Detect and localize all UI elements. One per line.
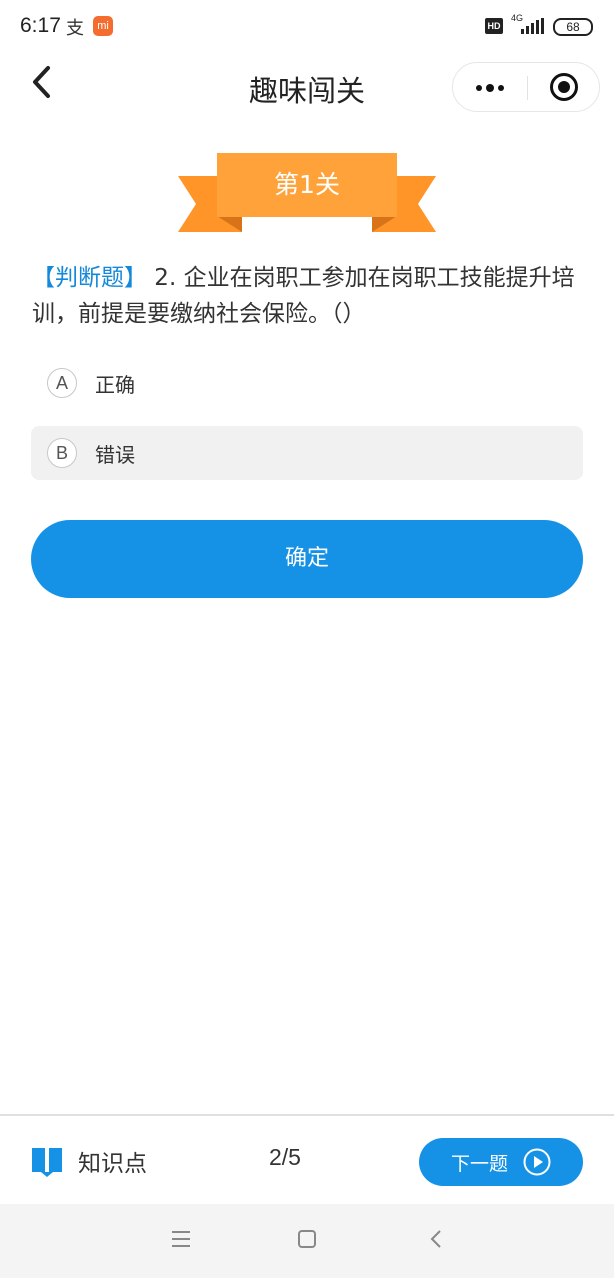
question-text: 【判断题】 2. 企业在岗职工参加在岗职工技能提升培训，前提是要缴纳社会保险。（…	[32, 260, 588, 332]
question-type: 【判断题】	[32, 265, 147, 291]
status-bar: 6:17 支 mi HD 4G 68	[0, 0, 614, 56]
next-question-button[interactable]: 下一题	[419, 1138, 583, 1186]
alipay-icon: 支	[66, 18, 84, 39]
option-text: 错误	[95, 443, 135, 467]
option-letter: A	[47, 368, 77, 398]
chevron-left-icon	[33, 66, 50, 98]
target-icon[interactable]	[550, 73, 578, 101]
system-nav-bar	[0, 1204, 614, 1278]
play-circle-icon	[523, 1148, 551, 1176]
option-letter: B	[47, 438, 77, 468]
option-text: 正确	[95, 373, 135, 397]
status-time: 6:17	[20, 14, 61, 37]
back-nav-icon[interactable]	[426, 1228, 448, 1250]
confirm-button[interactable]: 确定	[31, 520, 583, 598]
nav-bar: 趣味闯关	[0, 56, 614, 120]
bottom-bar: 知识点 2/5 下一题	[0, 1114, 614, 1204]
back-button[interactable]	[24, 62, 60, 102]
mi-icon: mi	[93, 16, 113, 36]
signal-icon	[519, 18, 545, 34]
menu-icon[interactable]	[170, 1228, 192, 1250]
level-label: 第1关	[274, 170, 340, 199]
battery-icon: 68	[553, 18, 593, 36]
next-label: 下一题	[451, 1153, 509, 1175]
home-icon[interactable]	[296, 1228, 318, 1250]
hd-icon: HD	[485, 18, 503, 34]
more-button[interactable]	[453, 63, 527, 111]
option-a[interactable]: A 正确	[31, 356, 583, 410]
option-b[interactable]: B 错误	[31, 426, 583, 480]
miniprogram-capsule	[452, 62, 600, 112]
capsule-divider	[527, 76, 528, 100]
